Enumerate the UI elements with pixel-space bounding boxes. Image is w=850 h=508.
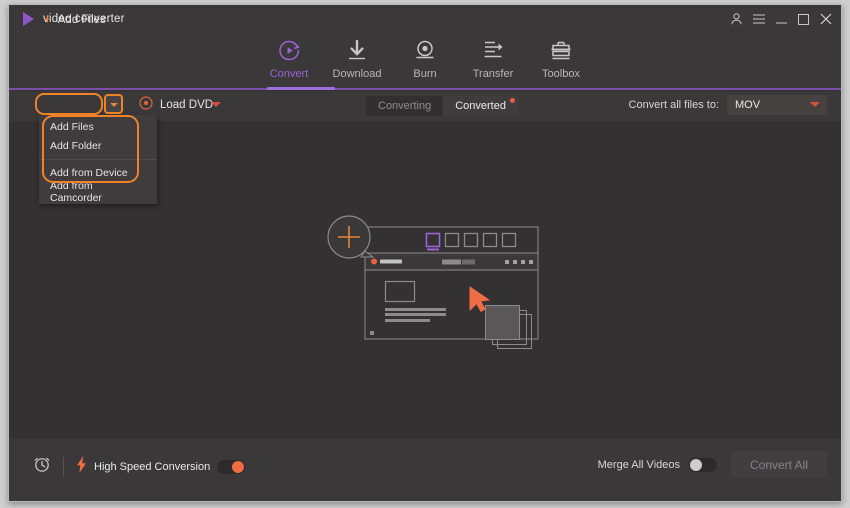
bottom-bar-left: High Speed Conversion bbox=[33, 455, 246, 478]
lightning-bolt-icon bbox=[76, 455, 87, 478]
menu-icon[interactable] bbox=[753, 14, 765, 24]
toggle-knob bbox=[690, 458, 702, 471]
status-badge bbox=[509, 98, 515, 103]
minimize-icon[interactable] bbox=[776, 14, 787, 24]
alarm-clock-icon[interactable] bbox=[33, 455, 51, 478]
nav-label-burn: Burn bbox=[413, 68, 437, 80]
main-navigation: Convert Download Burn Transfer Toolbox bbox=[9, 33, 841, 89]
bottom-bar-right: Merge All Videos Convert All bbox=[598, 451, 827, 478]
format-select-value: MOV bbox=[735, 99, 761, 111]
tab-converted[interactable]: Converted bbox=[443, 96, 518, 116]
tab-converted-label: Converted bbox=[455, 100, 506, 112]
menu-item-label: Add from Device bbox=[50, 167, 128, 179]
add-files-button[interactable]: + Add Files bbox=[39, 9, 110, 30]
load-dvd-button[interactable]: Load DVD bbox=[139, 95, 214, 115]
account-icon[interactable] bbox=[731, 13, 742, 25]
menu-item-add-folder[interactable]: Add Folder bbox=[39, 138, 157, 154]
tab-converting[interactable]: Converting bbox=[366, 96, 444, 116]
high-speed-conversion-row: High Speed Conversion bbox=[76, 455, 246, 478]
divider bbox=[63, 456, 64, 477]
title-bar: video converter bbox=[9, 5, 841, 33]
queue-filter-segmented-control: Converting Converted bbox=[366, 96, 518, 116]
nav-item-burn[interactable]: Burn bbox=[391, 33, 459, 80]
menu-item-add-files[interactable]: Add Files bbox=[39, 119, 157, 135]
nav-item-download[interactable]: Download bbox=[323, 33, 391, 80]
toggle-knob bbox=[232, 460, 245, 473]
app-window: video converter Convert Download Burn Tr… bbox=[8, 4, 842, 502]
merge-all-videos-label: Merge All Videos bbox=[597, 458, 680, 471]
plus-icon: + bbox=[43, 11, 52, 28]
nav-label-transfer: Transfer bbox=[472, 68, 514, 80]
nav-item-toolbox[interactable]: Toolbox bbox=[527, 33, 595, 80]
menu-item-label: Add Folder bbox=[50, 140, 102, 152]
nav-item-transfer[interactable]: Transfer bbox=[459, 33, 527, 80]
merge-all-videos-toggle[interactable] bbox=[689, 457, 717, 472]
maximize-icon[interactable] bbox=[798, 13, 809, 25]
load-dvd-label: Load DVD bbox=[160, 99, 214, 111]
burn-disc-icon bbox=[413, 37, 437, 63]
bottom-bar: High Speed Conversion Merge All Videos C… bbox=[9, 439, 841, 501]
menu-item-add-from-device[interactable]: Add from Device bbox=[39, 165, 157, 181]
high-speed-conversion-label: High Speed Conversion bbox=[94, 460, 211, 473]
convert-all-format-row: Convert all files to: MOV bbox=[629, 95, 827, 115]
merge-all-videos-row: Merge All Videos bbox=[597, 457, 717, 472]
chevron-down-icon bbox=[211, 102, 221, 107]
menu-item-label: Add Files bbox=[50, 121, 94, 133]
toolbox-icon bbox=[549, 37, 573, 63]
menu-divider bbox=[39, 159, 157, 160]
nav-label-convert: Convert bbox=[269, 68, 309, 80]
nav-active-indicator bbox=[267, 87, 335, 90]
convert-all-button[interactable]: Convert All bbox=[731, 451, 827, 478]
convert-circular-arrow-icon bbox=[277, 37, 302, 63]
format-select[interactable]: MOV bbox=[727, 95, 827, 115]
tab-converting-label: Converting bbox=[378, 100, 432, 112]
chevron-down-icon bbox=[109, 103, 118, 107]
chevron-down-icon bbox=[810, 102, 820, 107]
add-files-dropdown-menu: Add Files Add Folder Add from Device Add… bbox=[39, 115, 157, 204]
disc-icon bbox=[139, 95, 153, 115]
transfer-icon bbox=[481, 37, 505, 63]
convert-all-format-label: Convert all files to: bbox=[628, 99, 719, 111]
nav-divider bbox=[9, 88, 841, 90]
nav-label-download: Download bbox=[332, 68, 382, 80]
play-triangle-icon bbox=[23, 12, 34, 26]
drag-and-drop-window-illustration bbox=[327, 211, 542, 366]
menu-item-add-from-camcorder[interactable]: Add from Camcorder bbox=[39, 180, 157, 204]
high-speed-conversion-toggle[interactable] bbox=[217, 459, 246, 474]
nav-item-convert[interactable]: Convert bbox=[255, 33, 323, 80]
load-dvd-caret-button[interactable] bbox=[211, 102, 221, 107]
download-arrow-icon bbox=[345, 37, 369, 63]
add-files-label: Add Files bbox=[57, 13, 106, 26]
nav-label-toolbox: Toolbox bbox=[542, 68, 580, 80]
add-files-caret-button[interactable] bbox=[105, 96, 122, 114]
window-controls bbox=[731, 5, 832, 33]
convert-all-label: Convert All bbox=[749, 457, 809, 472]
menu-item-label: Add from Camcorder bbox=[50, 180, 102, 204]
close-icon[interactable] bbox=[820, 13, 832, 25]
